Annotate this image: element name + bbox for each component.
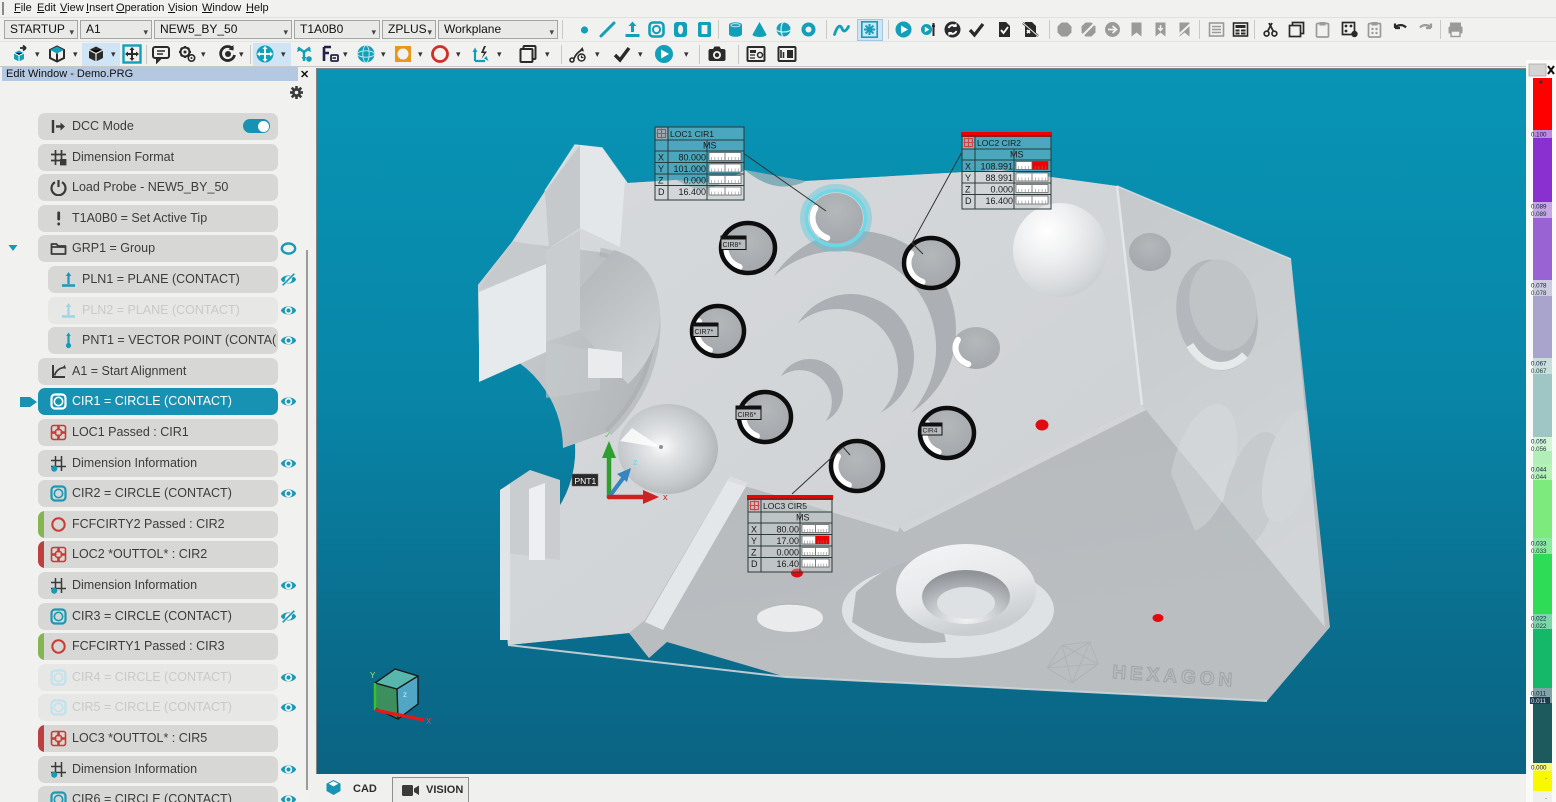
svg-text:-: - xyxy=(1545,776,1547,782)
svg-text:CIR4: CIR4 xyxy=(923,428,938,435)
svg-text:Y: Y xyxy=(658,164,664,174)
svg-text:Y: Y xyxy=(751,536,757,546)
svg-text:CIR6*: CIR6* xyxy=(738,412,757,419)
svg-text:0.000: 0.000 xyxy=(776,548,799,558)
svg-text:0.011: 0.011 xyxy=(1531,698,1547,705)
svg-text:LOC2 CIR2: LOC2 CIR2 xyxy=(977,138,1021,148)
svg-text:16.400: 16.400 xyxy=(678,187,706,197)
svg-text:0.000: 0.000 xyxy=(990,185,1013,195)
svg-text:0.044: 0.044 xyxy=(1531,474,1547,481)
svg-text:0.089: 0.089 xyxy=(1531,204,1547,211)
svg-text:D: D xyxy=(751,559,758,569)
svg-text:MS: MS xyxy=(796,513,810,523)
svg-text:D: D xyxy=(658,187,665,197)
svg-text:✓: ✓ xyxy=(604,430,612,440)
svg-text:0.011: 0.011 xyxy=(1531,691,1547,698)
svg-text:16.40: 16.40 xyxy=(776,559,799,569)
svg-text:0.078: 0.078 xyxy=(1531,283,1547,290)
svg-text:X: X xyxy=(658,153,664,163)
svg-text:0.100: 0.100 xyxy=(1531,132,1547,139)
svg-text:MS: MS xyxy=(1010,150,1024,160)
svg-text:88.991: 88.991 xyxy=(985,173,1013,183)
svg-text:Z: Z xyxy=(965,185,971,195)
svg-text:X: X xyxy=(965,162,971,172)
svg-text:PNT1: PNT1 xyxy=(575,476,597,486)
svg-text:0.044: 0.044 xyxy=(1531,467,1547,474)
svg-text:0.089: 0.089 xyxy=(1531,211,1547,218)
svg-text:X: X xyxy=(751,525,757,535)
svg-text:0.067: 0.067 xyxy=(1531,368,1547,375)
svg-text:0.022: 0.022 xyxy=(1531,616,1547,623)
svg-text:0.033: 0.033 xyxy=(1531,541,1547,548)
svg-text:Z: Z xyxy=(658,176,664,186)
svg-text:Z: Z xyxy=(751,548,757,558)
svg-text:16.400: 16.400 xyxy=(985,196,1013,206)
svg-text:80.00: 80.00 xyxy=(776,525,799,535)
svg-text:80.000: 80.000 xyxy=(678,153,706,163)
svg-text:MS: MS xyxy=(703,141,717,151)
svg-text:Y: Y xyxy=(965,173,971,183)
svg-text:LOC1 CIR1: LOC1 CIR1 xyxy=(670,129,714,139)
svg-text:Y: Y xyxy=(370,671,376,680)
svg-text:0.056: 0.056 xyxy=(1531,446,1547,453)
svg-text:0.000: 0.000 xyxy=(1531,765,1547,772)
svg-text:0.067: 0.067 xyxy=(1531,361,1547,368)
svg-text:0.033: 0.033 xyxy=(1531,548,1547,555)
svg-text:LOC3 CIR5: LOC3 CIR5 xyxy=(763,501,807,511)
svg-text:101.000: 101.000 xyxy=(673,164,706,174)
svg-text:0.022: 0.022 xyxy=(1531,623,1547,630)
svg-text:z: z xyxy=(403,690,407,699)
svg-text:0.056: 0.056 xyxy=(1531,439,1547,446)
svg-text:17.00: 17.00 xyxy=(776,536,799,546)
svg-text:z: z xyxy=(633,457,638,467)
svg-text:CIR8*: CIR8* xyxy=(723,242,742,249)
svg-text:CIR7*: CIR7* xyxy=(695,329,714,336)
svg-text:0.078: 0.078 xyxy=(1531,290,1547,297)
svg-text:D: D xyxy=(965,196,972,206)
svg-text:-: - xyxy=(1545,796,1547,802)
svg-text:108.991: 108.991 xyxy=(980,162,1013,172)
svg-text:x: x xyxy=(663,492,668,502)
svg-text:X: X xyxy=(426,717,432,726)
svg-text:0.000: 0.000 xyxy=(683,176,706,186)
